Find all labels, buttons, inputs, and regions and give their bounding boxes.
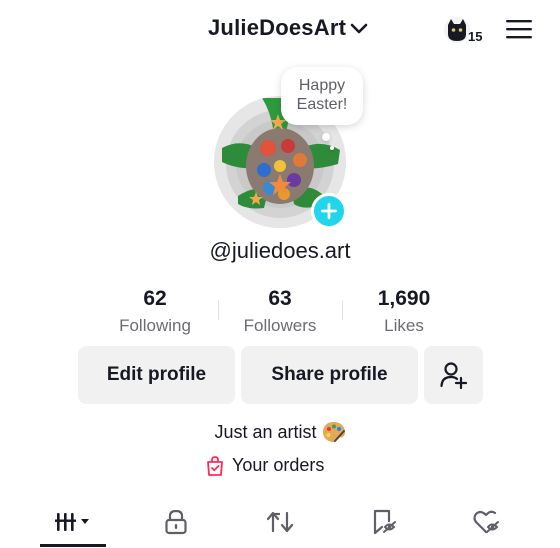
account-switcher[interactable]: JulieDoesArt xyxy=(208,15,368,41)
favorites-icon xyxy=(373,509,396,535)
edit-profile-label: Edit profile xyxy=(106,364,207,385)
tab-favorites[interactable] xyxy=(348,500,420,544)
profile-note-bubble[interactable]: Happy Easter! xyxy=(281,67,363,125)
active-tab-indicator xyxy=(40,544,106,547)
shopping-bag-icon xyxy=(207,455,223,476)
profile-bio: Just an artist xyxy=(0,421,560,443)
tab-liked[interactable] xyxy=(451,500,523,544)
cat-avatar-icon xyxy=(444,17,470,43)
add-user-icon xyxy=(439,362,467,390)
stat-divider xyxy=(218,300,219,320)
your-orders-label: Your orders xyxy=(232,455,325,475)
share-profile-button[interactable]: Share profile xyxy=(241,346,418,404)
tab-reposts[interactable] xyxy=(244,500,316,544)
note-tail-dot-small xyxy=(330,146,334,150)
note-line-2: Easter! xyxy=(296,96,348,113)
stat-divider xyxy=(342,300,343,320)
stat-value: 1,690 xyxy=(377,287,431,310)
top-bar: JulieDoesArt 15 xyxy=(0,0,560,60)
lock-icon xyxy=(165,509,187,535)
add-friend-button[interactable] xyxy=(424,346,483,404)
bio-text: Just an artist xyxy=(214,421,317,442)
stat-value: 63 xyxy=(268,287,292,310)
share-profile-label: Share profile xyxy=(271,364,388,385)
note-line-1: Happy xyxy=(298,77,346,94)
your-orders-link[interactable]: Your orders xyxy=(206,455,324,476)
tab-videos[interactable] xyxy=(37,500,109,544)
username-title: JulieDoesArt xyxy=(208,15,347,40)
stat-label: Following xyxy=(119,316,191,335)
note-tail-dot xyxy=(322,133,330,141)
profile-handle: @juliedoes.art xyxy=(209,238,351,263)
account-notifications[interactable]: 15 xyxy=(443,14,485,46)
videos-grid-icon xyxy=(55,513,89,531)
stat-label: Followers xyxy=(243,316,317,335)
stat-label: Likes xyxy=(384,316,424,335)
chevron-down-icon xyxy=(350,23,368,34)
edit-profile-button[interactable]: Edit profile xyxy=(78,346,235,404)
menu-icon[interactable] xyxy=(506,19,532,39)
stat-followers[interactable]: 63 Followers xyxy=(232,285,328,338)
plus-icon xyxy=(321,203,337,219)
stat-likes[interactable]: 1,690 Likes xyxy=(356,285,452,338)
liked-icon xyxy=(473,510,499,534)
stat-value: 62 xyxy=(143,287,167,310)
stat-following[interactable]: 62 Following xyxy=(108,285,202,338)
add-story-button[interactable] xyxy=(311,193,347,229)
notification-count: 15 xyxy=(468,29,483,44)
tab-private[interactable] xyxy=(140,500,212,544)
artist-palette-icon xyxy=(322,422,345,442)
repost-icon xyxy=(266,511,294,533)
